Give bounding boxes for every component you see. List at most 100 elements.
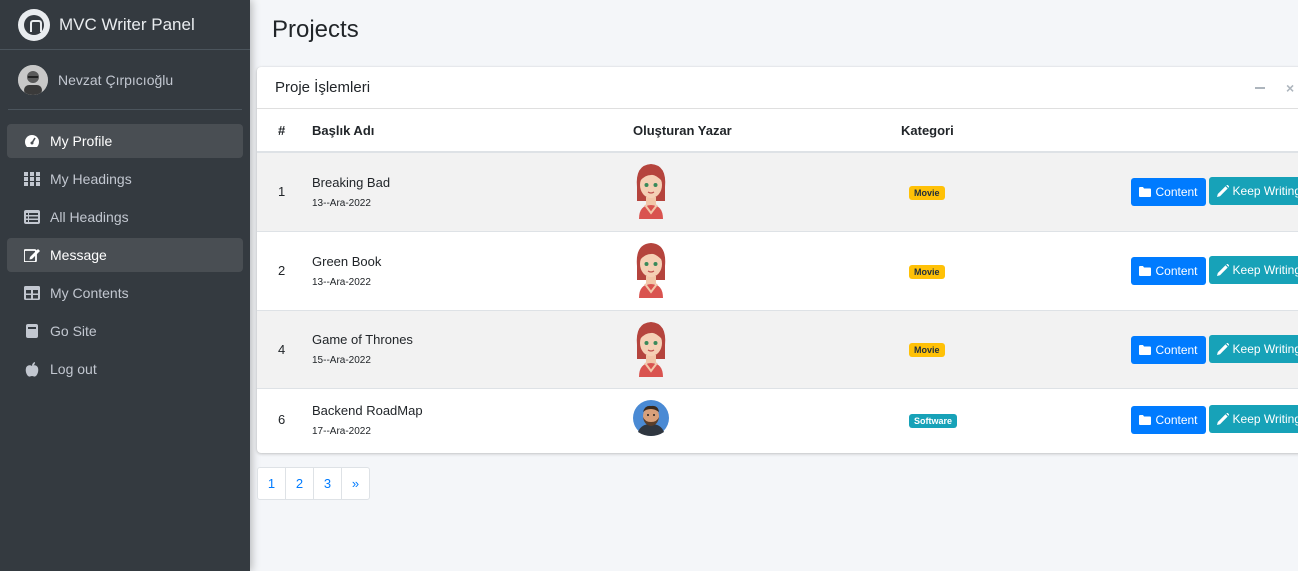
card-title: Proje İşlemleri (275, 79, 371, 96)
apple-icon (23, 361, 41, 377)
book-icon (23, 324, 41, 338)
folder-icon (1139, 415, 1152, 426)
project-date: 15--Ara-2022 (312, 355, 371, 366)
row-category-cell: Movie (901, 310, 1041, 388)
row-title-cell: Green Book 13--Ara-2022 (312, 231, 633, 310)
project-date: 17--Ara-2022 (312, 425, 371, 437)
author-avatar (633, 400, 669, 439)
edit-icon (23, 248, 41, 262)
page-link-next[interactable]: » (341, 467, 370, 500)
content-button-label: Content (1155, 342, 1198, 357)
sidebar-item-label: My Profile (50, 133, 113, 149)
folder-icon (1139, 266, 1152, 276)
keep-writing-button-label: Keep Writing (1232, 341, 1298, 356)
keep-writing-button[interactable]: Keep Writing (1208, 177, 1298, 206)
content-button-label: Content (1155, 264, 1198, 278)
author-avatar (633, 321, 669, 380)
category-badge: Movie (909, 185, 945, 200)
tachometer-icon (23, 134, 41, 148)
project-date: 13--Ara-2022 (312, 197, 371, 209)
content-button[interactable]: Content (1131, 257, 1206, 285)
content-button[interactable]: Content (1131, 335, 1206, 364)
sidebar-item-label: Log out (50, 361, 97, 377)
brand-link[interactable]: MVC Writer Panel (0, 0, 250, 50)
column-header-actions (1041, 109, 1298, 153)
row-title-cell: Breaking Bad 13--Ara-2022 (312, 152, 633, 231)
project-date: 13--Ara-2022 (312, 276, 371, 288)
author-avatar (633, 164, 669, 222)
folder-icon (1139, 344, 1152, 355)
project-title: Backend RoadMap (312, 402, 423, 418)
row-author-cell (633, 388, 901, 451)
sidebar-item-label: Go Site (50, 323, 97, 339)
row-author-cell (633, 310, 901, 388)
minimize-icon[interactable] (1255, 87, 1265, 89)
brand-title: MVC Writer Panel (59, 14, 195, 34)
sidebar-item-message[interactable]: Message (7, 238, 243, 272)
row-category-cell: Movie (901, 231, 1041, 310)
projects-card: Proje İşlemleri × # Başlık Adı Oluşturan… (257, 67, 1298, 453)
row-actions-cell: Content Keep Writing (1041, 231, 1298, 310)
sidebar-item-all-headings[interactable]: All Headings (7, 200, 243, 234)
page-link-1[interactable]: 1 (257, 467, 286, 500)
category-badge: Software (909, 413, 958, 428)
table-row: 4 Game of Thrones 15--Ara-2022 Movie Content… (257, 310, 1298, 388)
table-icon (23, 286, 41, 300)
keep-writing-button-label: Keep Writing (1232, 184, 1298, 199)
column-header-author: Oluşturan Yazar (633, 109, 901, 153)
page-link-2[interactable]: 2 (285, 467, 314, 500)
row-category-cell: Movie (901, 152, 1041, 231)
row-actions-cell: Content Keep Writing (1041, 310, 1298, 388)
content-button-label: Content (1155, 413, 1198, 428)
page-title: Projects (272, 16, 359, 43)
category-badge: Movie (909, 343, 945, 357)
content-button-label: Content (1155, 185, 1198, 200)
pencil-icon (1216, 413, 1229, 426)
main-content: Projects Proje İşlemleri × # Başlık Adı … (250, 0, 1298, 571)
sidebar-item-go-site[interactable]: Go Site (7, 314, 243, 348)
user-avatar (18, 64, 48, 95)
keep-writing-button-label: Keep Writing (1232, 263, 1298, 277)
card-header: Proje İşlemleri × (257, 67, 1298, 109)
sidebar: MVC Writer Panel Nevzat Çırpıcıoğlu My P… (0, 0, 250, 571)
sidebar-item-log-out[interactable]: Log out (7, 352, 243, 386)
pencil-icon (1216, 342, 1229, 355)
row-number: 2 (278, 263, 286, 278)
category-badge: Movie (909, 264, 945, 279)
row-actions-cell: Content Keep Writing (1041, 388, 1298, 451)
projects-table: # Başlık Adı Oluşturan Yazar Kategori 1 B… (257, 109, 1298, 451)
row-title-cell: Game of Thrones 15--Ara-2022 (312, 310, 633, 388)
keep-writing-button-label: Keep Writing (1232, 412, 1298, 427)
author-avatar (633, 243, 669, 301)
content-button[interactable]: Content (1131, 406, 1206, 435)
pencil-icon (1216, 185, 1229, 198)
sidebar-item-my-headings[interactable]: My Headings (7, 162, 243, 196)
folder-icon (1139, 187, 1152, 198)
row-author-cell (633, 152, 901, 231)
user-panel[interactable]: Nevzat Çırpıcıoğlu (8, 50, 242, 110)
column-header-category: Kategori (901, 109, 1041, 153)
row-actions-cell: Content Keep Writing (1041, 152, 1298, 231)
sidebar-item-label: Message (50, 247, 107, 263)
sidebar-item-label: My Headings (50, 171, 132, 187)
project-title: Green Book (312, 253, 382, 269)
grid-icon (23, 172, 41, 186)
row-title-cell: Backend RoadMap 17--Ara-2022 (312, 388, 633, 451)
sidebar-item-label: All Headings (50, 209, 129, 225)
list-icon (23, 210, 41, 224)
sidebar-item-label: My Contents (50, 285, 129, 301)
close-icon[interactable]: × (1286, 80, 1294, 96)
user-name: Nevzat Çırpıcıoğlu (58, 71, 174, 88)
keep-writing-button[interactable]: Keep Writing (1208, 405, 1298, 434)
sidebar-item-my-profile[interactable]: My Profile (7, 124, 243, 158)
sidebar-item-my-contents[interactable]: My Contents (7, 276, 243, 310)
content-button[interactable]: Content (1131, 178, 1206, 207)
column-header-title: Başlık Adı (312, 109, 633, 153)
page-link-3[interactable]: 3 (313, 467, 342, 500)
keep-writing-button[interactable]: Keep Writing (1208, 334, 1298, 363)
keep-writing-button[interactable]: Keep Writing (1208, 256, 1298, 284)
project-title: Breaking Bad (312, 174, 391, 190)
row-number: 6 (278, 412, 286, 428)
row-number: 4 (278, 341, 286, 357)
table-row: 2 Green Book 13--Ara-2022 Movie Content Keep … (257, 231, 1298, 310)
